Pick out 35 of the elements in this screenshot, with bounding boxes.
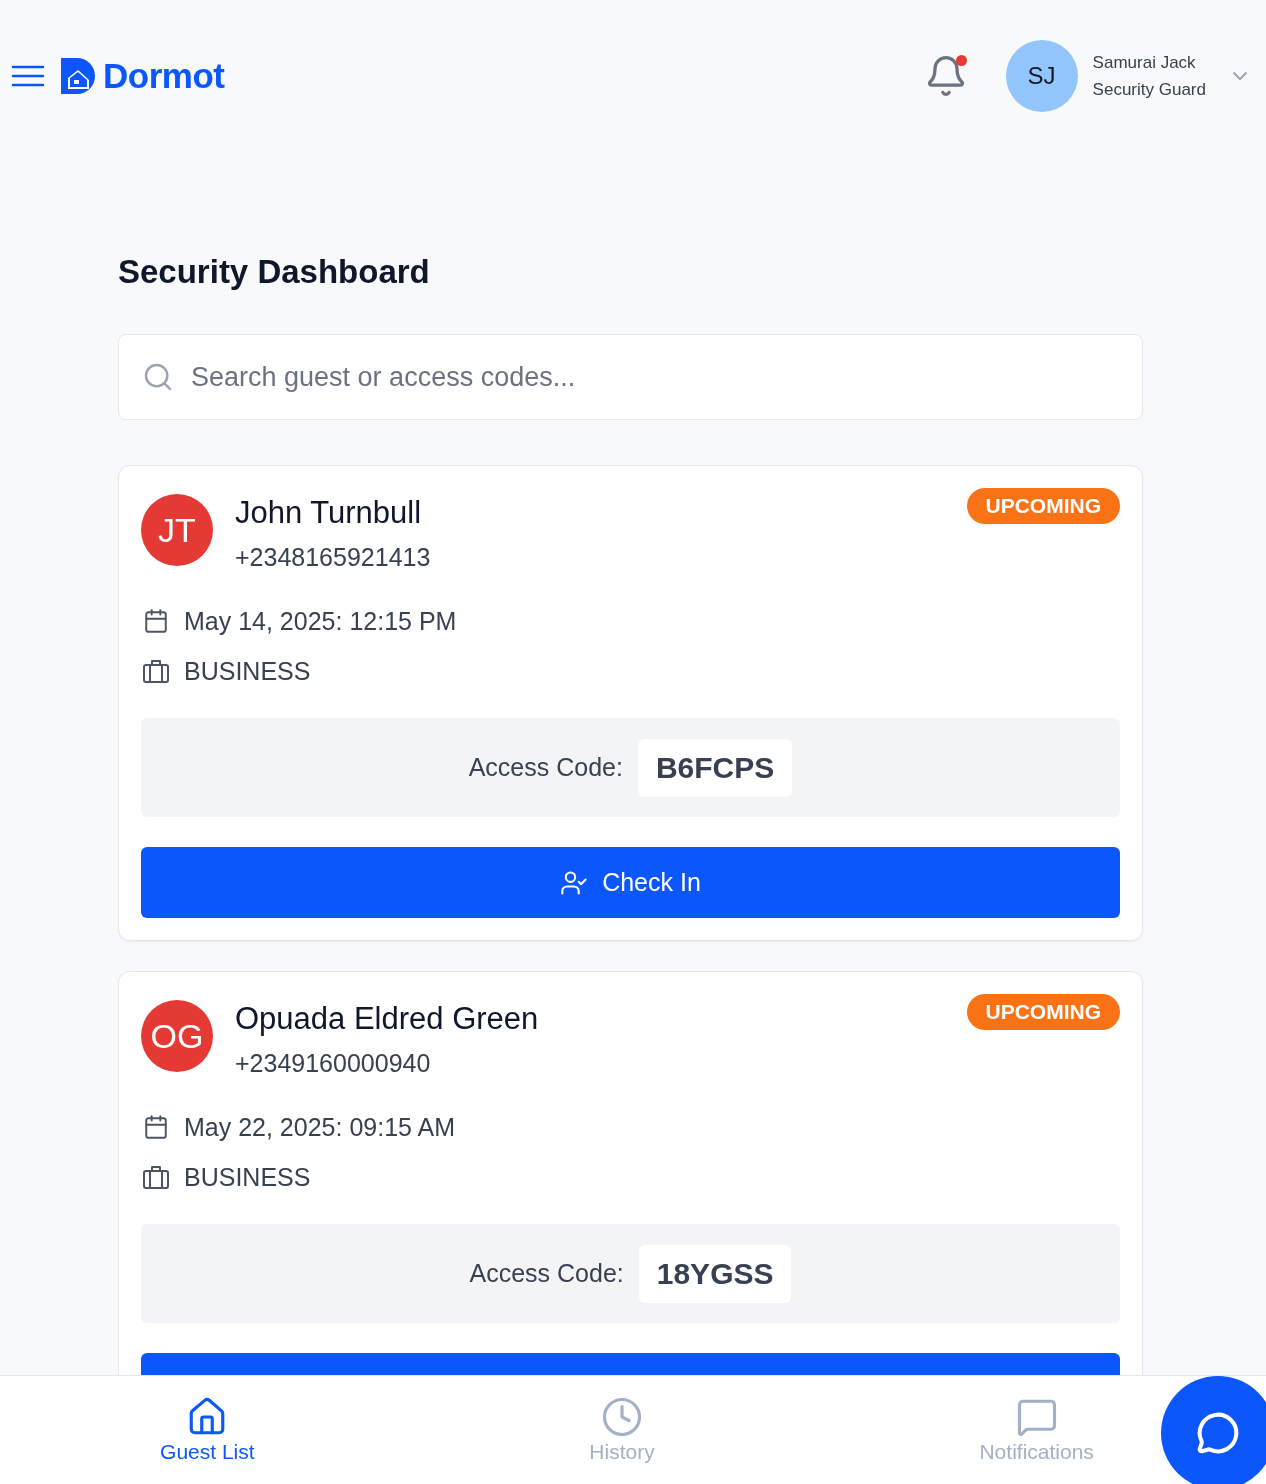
visit-purpose: BUSINESS: [184, 1162, 311, 1192]
calendar-icon: [143, 1114, 169, 1140]
access-code: 18YGSS: [638, 1244, 792, 1303]
access-code: B6FCPS: [637, 738, 793, 797]
guest-name: Opuada Eldred Green: [235, 1000, 539, 1038]
access-code-label: Access Code:: [468, 753, 623, 782]
page-title: Security Dashboard: [118, 252, 431, 292]
status-badge: UPCOMING: [966, 994, 1120, 1030]
search-icon: [142, 361, 174, 393]
menu-icon: [11, 65, 45, 87]
visit-datetime: May 14, 2025: 12:15 PM: [184, 606, 457, 636]
check-in-button[interactable]: Check In: [141, 847, 1120, 918]
briefcase-icon: [143, 1165, 169, 1189]
guest-name: John Turnbull: [235, 494, 423, 532]
logo-text: Dormot: [103, 56, 225, 96]
chat-icon: [1196, 1411, 1240, 1455]
user-check-icon: [560, 868, 589, 897]
guest-phone: +2348165921413: [235, 542, 431, 573]
nav-tab[interactable]: Guest List: [160, 1376, 255, 1464]
logo-icon: [61, 58, 97, 94]
user-role: Security Guard: [1092, 78, 1206, 101]
guest-phone: +2349160000940: [235, 1048, 432, 1079]
menu-button[interactable]: [11, 65, 45, 87]
briefcase-icon: [143, 659, 169, 683]
guest-avatar: OG: [141, 1000, 213, 1072]
guest-avatar: JT: [141, 494, 213, 566]
visit-purpose: BUSINESS: [184, 656, 311, 686]
access-code-label: Access Code:: [469, 1259, 624, 1288]
status-badge: UPCOMING: [966, 488, 1120, 524]
search-field[interactable]: Search guest or access codes...: [118, 334, 1143, 420]
clock-icon: [601, 1396, 643, 1438]
calendar-icon: [143, 608, 169, 634]
user-avatar: SJ: [1005, 40, 1078, 112]
user-name: Samurai Jack: [1092, 51, 1197, 74]
visit-datetime: May 22, 2025: 09:15 AM: [184, 1112, 455, 1142]
